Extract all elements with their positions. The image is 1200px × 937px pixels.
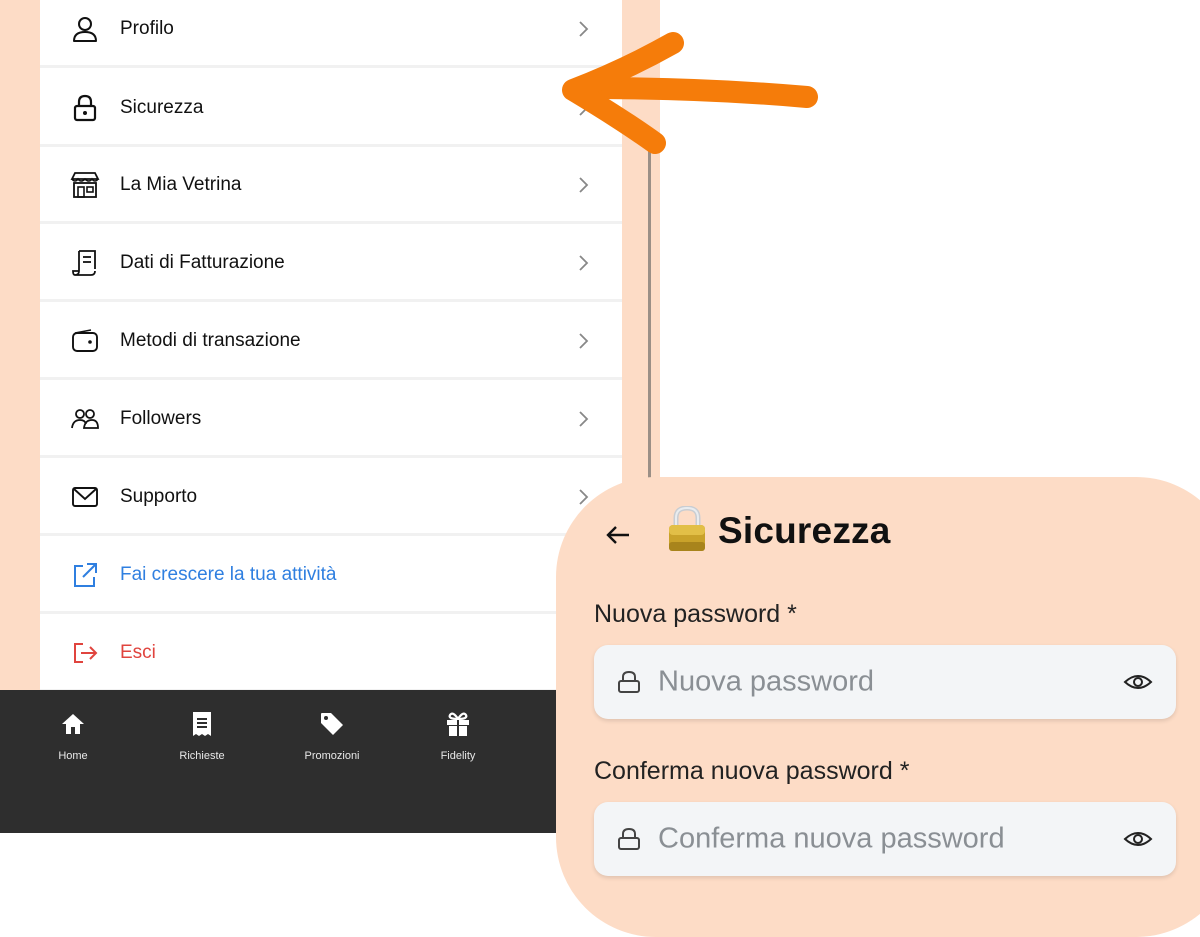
- settings-menu: Profilo Sicurezza La Mia Vetrina Dati di…: [40, 0, 622, 750]
- nav-item-home[interactable]: Home: [28, 708, 118, 762]
- nav-item-richieste[interactable]: Richieste: [157, 708, 247, 762]
- back-button[interactable]: [603, 520, 633, 550]
- annotation-arrow: [562, 32, 818, 154]
- menu-item-label: Esci: [120, 641, 156, 663]
- users-icon: [70, 404, 100, 434]
- mail-icon: [70, 482, 100, 512]
- nav-label: Richieste: [179, 750, 225, 762]
- user-icon: [70, 14, 100, 44]
- menu-item-followers[interactable]: Followers: [40, 382, 622, 458]
- eye-icon[interactable]: [1122, 666, 1154, 698]
- phone-edge-divider: [648, 150, 651, 500]
- tag-icon: [287, 708, 377, 740]
- gift-icon: [413, 708, 503, 740]
- menu-item-transazione[interactable]: Metodi di transazione: [40, 304, 622, 380]
- wallet-icon: [70, 326, 100, 356]
- home-icon: [28, 708, 118, 740]
- menu-item-label: Supporto: [120, 485, 198, 507]
- nav-item-promozioni[interactable]: Promozioni: [287, 708, 377, 762]
- confirm-password-placeholder: Conferma nuova password: [658, 822, 1005, 855]
- lock-icon: [70, 93, 100, 123]
- receipt-icon: [157, 708, 247, 740]
- new-password-label: Nuova password *: [594, 600, 797, 628]
- menu-item-esci[interactable]: Esci: [40, 616, 622, 692]
- lock-icon: [616, 669, 642, 695]
- menu-item-label: La Mia Vetrina: [120, 173, 242, 195]
- nav-label: Promozioni: [304, 750, 360, 762]
- menu-item-label: Followers: [120, 407, 202, 429]
- menu-item-label: Sicurezza: [120, 96, 204, 118]
- menu-item-vetrina[interactable]: La Mia Vetrina: [40, 148, 622, 224]
- logout-icon: [70, 638, 100, 668]
- menu-item-label: Profilo: [120, 17, 174, 39]
- nav-item-fidelity[interactable]: Fidelity: [413, 708, 503, 762]
- menu-item-sicurezza[interactable]: Sicurezza: [40, 71, 622, 147]
- menu-item-supporto[interactable]: Supporto: [40, 460, 622, 536]
- new-password-placeholder: Nuova password: [658, 665, 874, 698]
- padlock-emoji-icon: [669, 506, 705, 551]
- nav-label: Home: [58, 750, 88, 762]
- confirm-password-label: Conferma nuova password *: [594, 757, 910, 785]
- eye-icon[interactable]: [1122, 823, 1154, 855]
- menu-item-label: Dati di Fatturazione: [120, 251, 285, 273]
- confirm-password-field[interactable]: Conferma nuova password: [594, 802, 1176, 876]
- menu-item-label: Fai crescere la tua attività: [120, 563, 337, 585]
- chevron-right-icon: [574, 332, 592, 350]
- arrow-left-icon: [606, 526, 629, 544]
- menu-item-label: Metodi di transazione: [120, 329, 301, 351]
- menu-item-profilo[interactable]: Profilo: [40, 0, 622, 68]
- external-link-icon: [70, 560, 100, 590]
- store-icon: [70, 170, 100, 200]
- chevron-right-icon: [574, 254, 592, 272]
- chevron-right-icon: [574, 410, 592, 428]
- invoice-icon: [70, 248, 100, 278]
- nav-label: Fidelity: [440, 750, 476, 762]
- chevron-right-icon: [574, 176, 592, 194]
- new-password-field[interactable]: Nuova password: [594, 645, 1176, 719]
- menu-item-fatturazione[interactable]: Dati di Fatturazione: [40, 226, 622, 302]
- security-title: Sicurezza: [718, 510, 891, 551]
- menu-item-cresci-attivita[interactable]: Fai crescere la tua attività: [40, 538, 622, 614]
- lock-icon: [616, 826, 642, 852]
